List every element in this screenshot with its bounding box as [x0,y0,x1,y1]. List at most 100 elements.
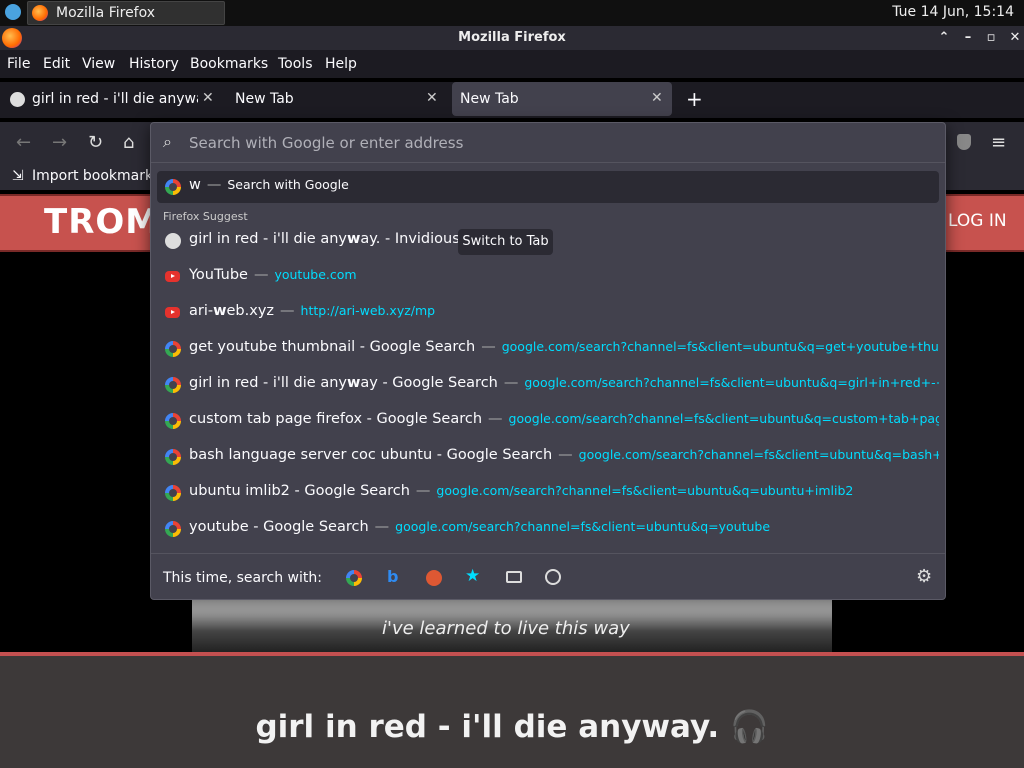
search-icon: ⌕ [163,132,172,151]
result-title: ari- [189,303,214,319]
import-icon: ⇲ [12,168,24,184]
result-row[interactable]: custom tab page firefox - Google Search —… [157,405,939,437]
tab-bar: girl in red - i'll die anyway. - Invidio… [0,82,1024,118]
youtube-icon [165,271,180,282]
site-logo[interactable]: TROM [44,202,160,242]
tab-new-tab[interactable]: New Tab ✕ [226,82,446,116]
forward-arrow-icon[interactable]: → [52,132,67,153]
separator: — [253,267,269,283]
result-title: girl in red - i'll die any [189,375,347,391]
taskbar-item-label: Mozilla Firefox [56,5,156,21]
tab-label: New Tab [235,91,294,107]
result-title: custom tab page firefox - Google Search [189,411,483,427]
result-row[interactable]: girl in red - i'll die anyway - Google S… [157,369,939,401]
result-url: google.com/search?channel=fs&client=ubun… [501,339,939,354]
history-icon[interactable] [545,569,561,585]
tab-close-icon[interactable]: ✕ [651,90,663,106]
menu-help[interactable]: Help [325,56,357,72]
result-title-rest: ay - Google Search [360,375,498,391]
google-icon [165,179,181,195]
tab-invidious[interactable]: girl in red - i'll die anyway. - Invidio… [2,82,220,116]
app-menu-icon[interactable] [5,4,21,20]
invidious-icon [165,233,181,249]
result-title: ubuntu imlib2 - Google Search [189,483,410,499]
search-action: Search with Google [227,177,349,192]
google-icon [165,413,181,429]
google-icon [165,485,181,501]
result-row[interactable]: YouTube — youtube.com [157,261,939,293]
close-icon[interactable]: ✕ [1005,26,1024,50]
result-title-match: w [346,231,361,247]
tab-label: New Tab [460,91,519,107]
result-url: google.com/search?channel=fs&client=ubun… [436,483,854,498]
separator: — [481,339,496,355]
tab-close-icon[interactable]: ✕ [426,90,438,106]
home-icon[interactable]: ⌂ [123,132,134,153]
back-arrow-icon[interactable]: ← [16,132,31,153]
result-title: youtube - Google Search [189,519,369,535]
result-url: google.com/search?channel=fs&client=ubun… [524,375,939,390]
tab-new-tab-active[interactable]: New Tab ✕ [452,82,672,116]
urlbar-dropdown: ⌕ w—Search with Google Firefox Suggest g… [150,122,946,600]
one-off-label: This time, search with: [163,570,322,586]
result-title: get youtube thumbnail - Google Search [189,339,476,355]
ublock-shield-icon[interactable] [957,134,971,150]
minimize-up-icon[interactable]: ⌃ [934,26,954,50]
query-text: w [189,177,201,193]
section-label: Firefox Suggest [163,210,248,223]
menu-history[interactable]: History [129,56,179,72]
google-icon[interactable] [346,570,362,586]
menu-view[interactable]: View [82,56,115,72]
login-link[interactable]: LOG IN [948,211,1007,231]
bing-icon[interactable]: b [387,567,398,586]
menu-tools[interactable]: Tools [278,56,313,72]
result-title: YouTube [189,267,248,283]
result-row[interactable]: ubuntu imlib2 - Google Search — google.com… [157,477,939,509]
result-title: girl in red - i'll die any [189,231,347,247]
settings-gear-icon[interactable]: ⚙ [916,566,932,587]
one-off-search-bar: This time, search with: b ★ ⚙ [151,553,945,601]
new-tab-plus-icon[interactable]: + [686,87,703,111]
result-row[interactable]: bash language server coc ubuntu - Google… [157,441,939,473]
window-titlebar[interactable]: Mozilla Firefox ⌃ – ▫ ✕ [0,26,1024,50]
google-icon [165,449,181,465]
youtube-icon [165,307,180,318]
result-row[interactable]: youtube - Google Search — google.com/searc… [157,513,939,545]
bookmarks-icon[interactable]: ★ [465,566,480,586]
menu-edit[interactable]: Edit [43,56,70,72]
window-title: Mozilla Firefox [458,30,566,45]
video-player[interactable]: i've learned to live this way [192,600,832,652]
taskbar-item-firefox[interactable]: Mozilla Firefox [27,1,225,25]
separator: — [488,411,503,427]
clock[interactable]: Tue 14 Jun, 15:14 [892,4,1014,20]
result-row[interactable]: ari-web.xyz — http://ari-web.xyz/mp [157,297,939,329]
result-title-match: w [346,375,361,391]
result-row[interactable]: get youtube thumbnail - Google Search — go… [157,333,939,365]
reload-icon[interactable]: ↻ [88,132,103,153]
menu-file[interactable]: File [7,56,30,72]
menu-bar: File Edit View History Bookmarks Tools H… [0,50,1024,78]
result-url: google.com/search?channel=fs&client=ubun… [508,411,939,426]
separator: — [415,483,431,499]
search-suggestion-row[interactable]: w — Search with Google [157,171,939,203]
google-icon [165,377,181,393]
tabs-icon[interactable] [506,571,522,583]
song-title: girl in red - i'll die anyway. 🎧 [255,709,769,745]
result-url: http://ari-web.xyz/mp [300,303,436,318]
google-icon [165,521,181,537]
menu-bookmarks[interactable]: Bookmarks [190,56,268,72]
result-url: youtube.com [274,267,357,282]
song-banner: girl in red - i'll die anyway. 🎧 [0,652,1024,768]
switch-to-tab-button[interactable]: Switch to Tab [458,229,553,255]
separator: — [503,375,519,391]
tab-label: girl in red - i'll die anyway. - Invidio… [32,91,198,107]
hamburger-menu-icon[interactable]: ≡ [991,132,1006,153]
tab-close-icon[interactable]: ✕ [202,90,214,106]
video-caption: i've learned to live this way [382,618,630,639]
maximize-icon[interactable]: ▫ [981,26,1001,50]
duckduckgo-icon[interactable] [426,570,442,586]
url-input[interactable] [189,133,889,153]
invidious-icon [10,92,25,107]
minimize-icon[interactable]: – [958,26,978,50]
separator: — [374,519,390,535]
